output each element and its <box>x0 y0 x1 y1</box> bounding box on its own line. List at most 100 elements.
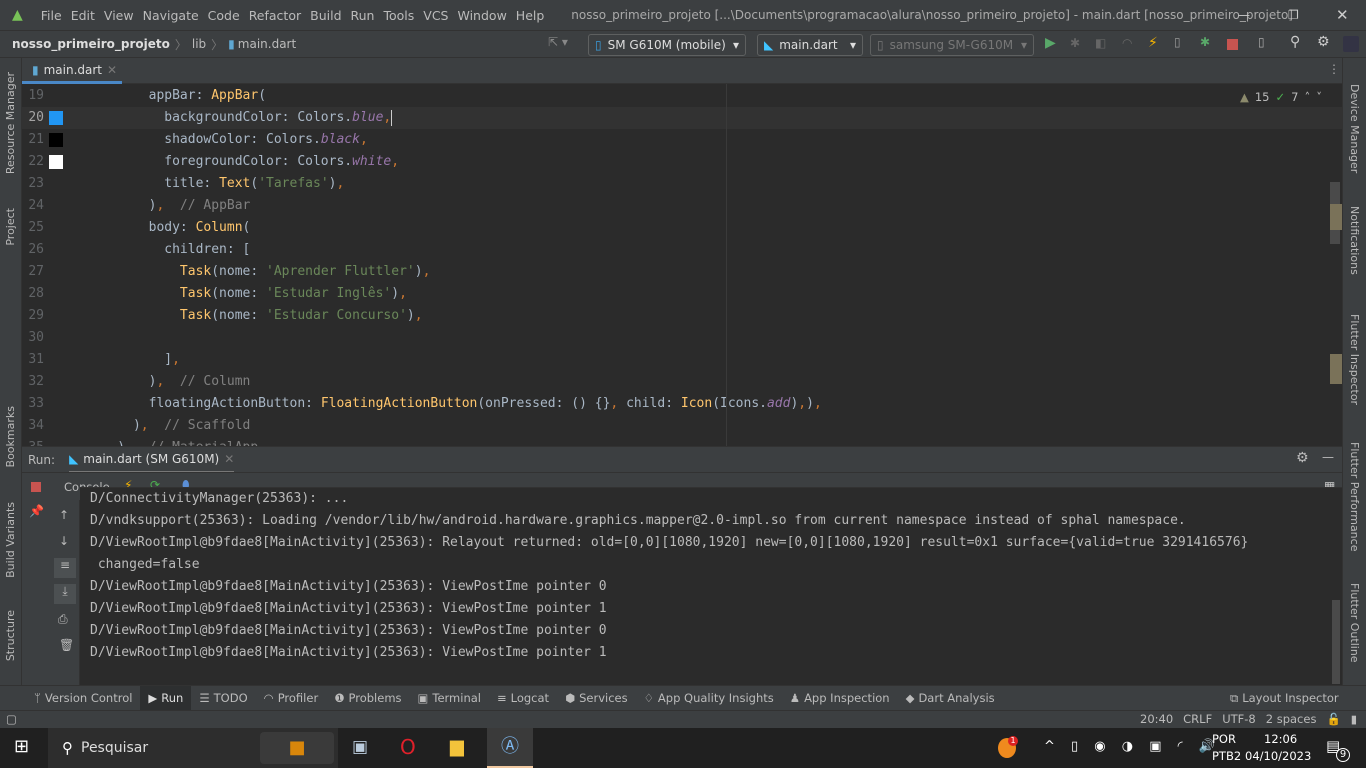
hot-restart-icon[interactable]: ▯ <box>1174 35 1181 49</box>
prev-highlight-icon[interactable]: ˄ <box>1304 90 1310 104</box>
soft-wrap-icon[interactable]: ≡ <box>54 558 76 578</box>
code-line[interactable]: 30 <box>22 327 1342 349</box>
menu-edit[interactable]: Edit <box>71 8 95 23</box>
console-scrollbar[interactable] <box>1332 600 1340 684</box>
code-line[interactable]: 21 shadowColor: Colors.black, <box>22 129 1342 151</box>
tool-tab-dart-analysis[interactable]: ◆ Dart Analysis <box>898 686 1003 711</box>
taskbar-app-monitor-icon[interactable]: ▣ <box>352 737 368 757</box>
code-line[interactable]: 20 backgroundColor: Colors.blue, <box>22 107 1342 129</box>
code-line[interactable]: 33 floatingActionButton: FloatingActionB… <box>22 393 1342 415</box>
hide-panel-icon[interactable]: — <box>1322 450 1334 464</box>
tool-resource-manager[interactable]: Resource Manager <box>4 72 17 174</box>
lock-icon[interactable]: 🔓 <box>1326 712 1340 726</box>
tool-bookmarks[interactable]: Bookmarks <box>4 406 17 467</box>
scroll-up-icon[interactable]: ↑ <box>59 508 69 522</box>
settings-gear-icon[interactable]: ⚙ <box>1296 450 1309 466</box>
menu-vcs[interactable]: VCS <box>423 8 448 23</box>
attach-debugger-icon[interactable]: ✱ <box>1200 35 1210 49</box>
clear-trash-icon[interactable]: 🗑 <box>59 638 74 652</box>
avatar[interactable] <box>1343 36 1359 52</box>
stop-icon[interactable] <box>1227 39 1238 50</box>
tool-tab-app-inspection[interactable]: ♟ App Inspection <box>782 686 898 711</box>
keyboard-layout[interactable]: PTB2 <box>1212 749 1241 763</box>
toggle-tool-windows-icon[interactable]: ▢ <box>6 712 17 726</box>
menu-run[interactable]: Run <box>351 8 375 23</box>
tool-tab-todo[interactable]: ☰ TODO <box>191 686 255 711</box>
tool-tab-layout-inspector[interactable]: ⧉ Layout Inspector <box>1222 686 1347 711</box>
scroll-down-icon[interactable]: ↓ <box>59 534 69 548</box>
tool-flutter-performance[interactable]: Flutter Performance <box>1348 442 1361 551</box>
code-line[interactable]: 28 Task(nome: 'Estudar Inglês'), <box>22 283 1342 305</box>
minimize-button[interactable]: — <box>1238 8 1250 22</box>
device-selector[interactable]: ▯ SM G610M (mobile) ▾ <box>588 34 746 56</box>
tool-tab-run[interactable]: ▶ Run <box>140 685 192 711</box>
scroll-to-end-icon[interactable]: ⤓ <box>54 584 76 604</box>
color-swatch-icon[interactable] <box>49 133 63 147</box>
debug-icon[interactable]: ✱ <box>1070 36 1080 50</box>
run-config-selector[interactable]: ◣ main.dart ▾ <box>757 34 863 56</box>
file-encoding[interactable]: UTF-8 <box>1222 712 1256 726</box>
vcs-arrow-icon[interactable]: ⇱ ▾ <box>548 35 568 49</box>
clock-date[interactable]: 04/10/2023 <box>1245 749 1311 763</box>
device-manager-icon[interactable]: ▯ <box>1258 35 1265 49</box>
menu-file[interactable]: File <box>41 8 62 23</box>
taskbar-search[interactable]: ⚲ Pesquisar ■ <box>48 728 338 768</box>
breadcrumb-file[interactable]: main.dart <box>238 37 296 51</box>
menu-navigate[interactable]: Navigate <box>143 8 199 23</box>
windows-start-icon[interactable]: ⊞ <box>14 736 29 757</box>
code-line[interactable]: 29 Task(nome: 'Estudar Concurso'), <box>22 305 1342 327</box>
menu-view[interactable]: View <box>104 8 134 23</box>
menu-build[interactable]: Build <box>310 8 341 23</box>
code-line[interactable]: 25 body: Column( <box>22 217 1342 239</box>
tool-project[interactable]: Project <box>4 208 17 246</box>
taskbar-app-opera-icon[interactable]: O <box>400 735 416 759</box>
color-swatch-icon[interactable] <box>49 155 63 169</box>
taskbar-app-explorer-icon[interactable]: ▆ <box>450 736 464 757</box>
tool-tab-logcat[interactable]: ≡ Logcat <box>489 686 557 711</box>
tool-tab-problems[interactable]: ❶ Problems <box>326 686 409 711</box>
tab-main-dart[interactable]: ▮ main.dart ✕ <box>22 58 122 84</box>
tool-notifications[interactable]: Notifications <box>1348 206 1361 275</box>
code-line[interactable]: 24 ), // AppBar <box>22 195 1342 217</box>
code-line[interactable]: 35 ), // MaterialApp <box>22 437 1342 446</box>
tray-icons[interactable]: ^ ▯ ◉ ◑ ▣ ◜ 🔊 <box>1044 739 1221 754</box>
search-icon[interactable]: ⚲ <box>1290 34 1300 50</box>
profile-icon[interactable]: ◠ <box>1122 36 1132 50</box>
code-line[interactable]: 27 Task(nome: 'Aprender Fluttler'), <box>22 261 1342 283</box>
tool-tab-services[interactable]: ⬢ Services <box>557 686 636 711</box>
inspection-widget[interactable]: ▲ 15 ✓ 7 ˄ ˅ <box>1240 90 1322 104</box>
restore-button[interactable]: ❐ <box>1288 8 1299 22</box>
pin-icon[interactable]: 📌 <box>29 504 44 518</box>
clock-time[interactable]: 12:06 <box>1264 732 1297 746</box>
tool-tab-profiler[interactable]: ◠ Profiler <box>256 686 327 711</box>
tool-tab-version-control[interactable]: ᛘ Version Control <box>26 686 140 711</box>
print-icon[interactable]: ⎙ <box>58 612 68 627</box>
code-line[interactable]: 22 foregroundColor: Colors.white, <box>22 151 1342 173</box>
code-line[interactable]: 26 children: [ <box>22 239 1342 261</box>
code-line[interactable]: 31 ], <box>22 349 1342 371</box>
close-tab-icon[interactable]: ✕ <box>107 63 117 77</box>
menu-code[interactable]: Code <box>208 8 240 23</box>
menu-help[interactable]: Help <box>516 8 545 23</box>
tool-tab-terminal[interactable]: ▣ Terminal <box>410 686 489 711</box>
hot-reload-icon[interactable]: ⚡ <box>1148 35 1158 51</box>
indent-setting[interactable]: 2 spaces <box>1266 712 1317 726</box>
breadcrumb-lib[interactable]: lib <box>192 37 206 51</box>
device-combo[interactable]: ▯ samsung SM-G610M ▾ <box>870 34 1034 56</box>
tool-structure[interactable]: Structure <box>4 610 17 661</box>
tool-device-manager[interactable]: Device Manager <box>1348 84 1361 173</box>
caret-position[interactable]: 20:40 <box>1140 712 1173 726</box>
code-line[interactable]: 34 ), // Scaffold <box>22 415 1342 437</box>
tool-tab-app-quality-insights[interactable]: ♢ App Quality Insights <box>636 686 782 711</box>
more-options-icon[interactable]: ⋮ <box>1328 62 1340 76</box>
taskbar-app-android-studio[interactable]: Ⓐ <box>487 728 533 768</box>
console-output[interactable]: D/ConnectivityManager(25363): ... D/vndks… <box>80 487 1342 685</box>
settings-gear-icon[interactable]: ⚙ <box>1317 34 1330 50</box>
code-editor[interactable]: 19 appBar: AppBar(20 backgroundColor: Co… <box>22 84 1342 446</box>
close-tab-icon[interactable]: ✕ <box>224 452 234 466</box>
code-line[interactable]: 23 title: Text('Tarefas'), <box>22 173 1342 195</box>
run-tab[interactable]: ◣ main.dart (SM G610M) ✕ <box>69 447 235 473</box>
next-highlight-icon[interactable]: ˅ <box>1316 90 1322 104</box>
menu-window[interactable]: Window <box>458 8 507 23</box>
memory-indicator-icon[interactable]: ▮ <box>1351 712 1357 726</box>
